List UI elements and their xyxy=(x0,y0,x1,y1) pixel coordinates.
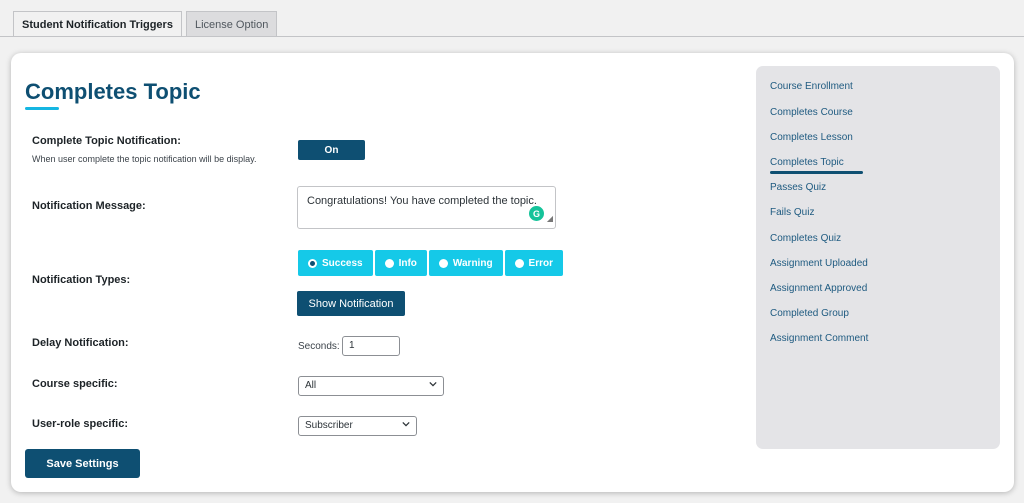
type-warning-label: Warning xyxy=(452,257,493,269)
trigger-sidebar: Course Enrollment Completes Course Compl… xyxy=(756,66,1000,449)
notification-types-label: Notification Types: xyxy=(32,274,131,286)
delay-notification-label: Delay Notification: xyxy=(32,337,129,349)
type-info-label: Info xyxy=(398,257,417,269)
notification-toggle-button[interactable]: On xyxy=(298,140,365,160)
page-title: Completes Topic xyxy=(25,79,201,104)
sidebar-item-completes-lesson[interactable]: Completes Lesson xyxy=(770,132,853,143)
sidebar-item-completes-quiz[interactable]: Completes Quiz xyxy=(770,233,841,244)
notification-message-label: Notification Message: xyxy=(32,200,146,212)
save-settings-button[interactable]: Save Settings xyxy=(25,449,140,478)
show-notification-button[interactable]: Show Notification xyxy=(297,291,405,316)
title-underline xyxy=(25,107,59,110)
user-role-select-value: Subscriber xyxy=(305,420,353,431)
resize-handle-icon[interactable]: ◢ xyxy=(547,211,553,227)
grammarly-icon[interactable]: G xyxy=(529,206,544,221)
seconds-input[interactable]: 1 xyxy=(342,336,400,356)
chevron-down-icon xyxy=(402,421,410,427)
sidebar-item-passes-quiz[interactable]: Passes Quiz xyxy=(770,182,826,193)
sidebar-item-fails-quiz[interactable]: Fails Quiz xyxy=(770,207,814,218)
complete-topic-description: When user complete the topic notificatio… xyxy=(32,154,257,164)
sidebar-item-assignment-uploaded[interactable]: Assignment Uploaded xyxy=(770,258,868,269)
seconds-label: Seconds: xyxy=(298,341,340,352)
radio-icon xyxy=(438,258,448,268)
sidebar-item-assignment-approved[interactable]: Assignment Approved xyxy=(770,283,867,294)
sidebar-item-completed-group[interactable]: Completed Group xyxy=(770,308,849,319)
type-info-button[interactable]: Info xyxy=(374,250,427,276)
course-specific-label: Course specific: xyxy=(32,378,118,390)
active-item-underline xyxy=(770,171,863,174)
sidebar-item-assignment-comment[interactable]: Assignment Comment xyxy=(770,333,868,344)
type-success-button[interactable]: Success xyxy=(298,250,373,276)
chevron-down-icon xyxy=(429,381,437,387)
type-error-button[interactable]: Error xyxy=(504,250,563,276)
radio-icon xyxy=(308,258,317,268)
type-warning-button[interactable]: Warning xyxy=(428,250,503,276)
tab-divider xyxy=(0,36,1024,37)
type-error-label: Error xyxy=(528,257,553,269)
sidebar-item-completes-course[interactable]: Completes Course xyxy=(770,107,853,118)
radio-icon xyxy=(384,258,394,268)
sidebar-item-course-enrollment[interactable]: Course Enrollment xyxy=(770,81,853,92)
sidebar-item-completes-topic[interactable]: Completes Topic xyxy=(770,157,844,168)
course-select-value: All xyxy=(305,380,317,391)
tab-student-notification-triggers[interactable]: Student Notification Triggers xyxy=(13,11,182,37)
notification-types-group: Success Info Warning Error xyxy=(298,250,565,276)
tab-license-option[interactable]: License Option xyxy=(185,11,278,37)
course-select[interactable]: All xyxy=(298,376,444,396)
radio-icon xyxy=(514,258,524,268)
notification-message-textarea[interactable]: Congratulations! You have completed the … xyxy=(297,186,556,229)
complete-topic-label: Complete Topic Notification: xyxy=(32,135,181,147)
user-role-label: User-role specific: xyxy=(32,418,128,430)
user-role-select[interactable]: Subscriber xyxy=(298,416,417,436)
type-success-label: Success xyxy=(322,257,363,269)
notification-message-text: Congratulations! You have completed the … xyxy=(307,195,537,207)
tab-bar: Student Notification Triggers License Op… xyxy=(13,11,281,37)
